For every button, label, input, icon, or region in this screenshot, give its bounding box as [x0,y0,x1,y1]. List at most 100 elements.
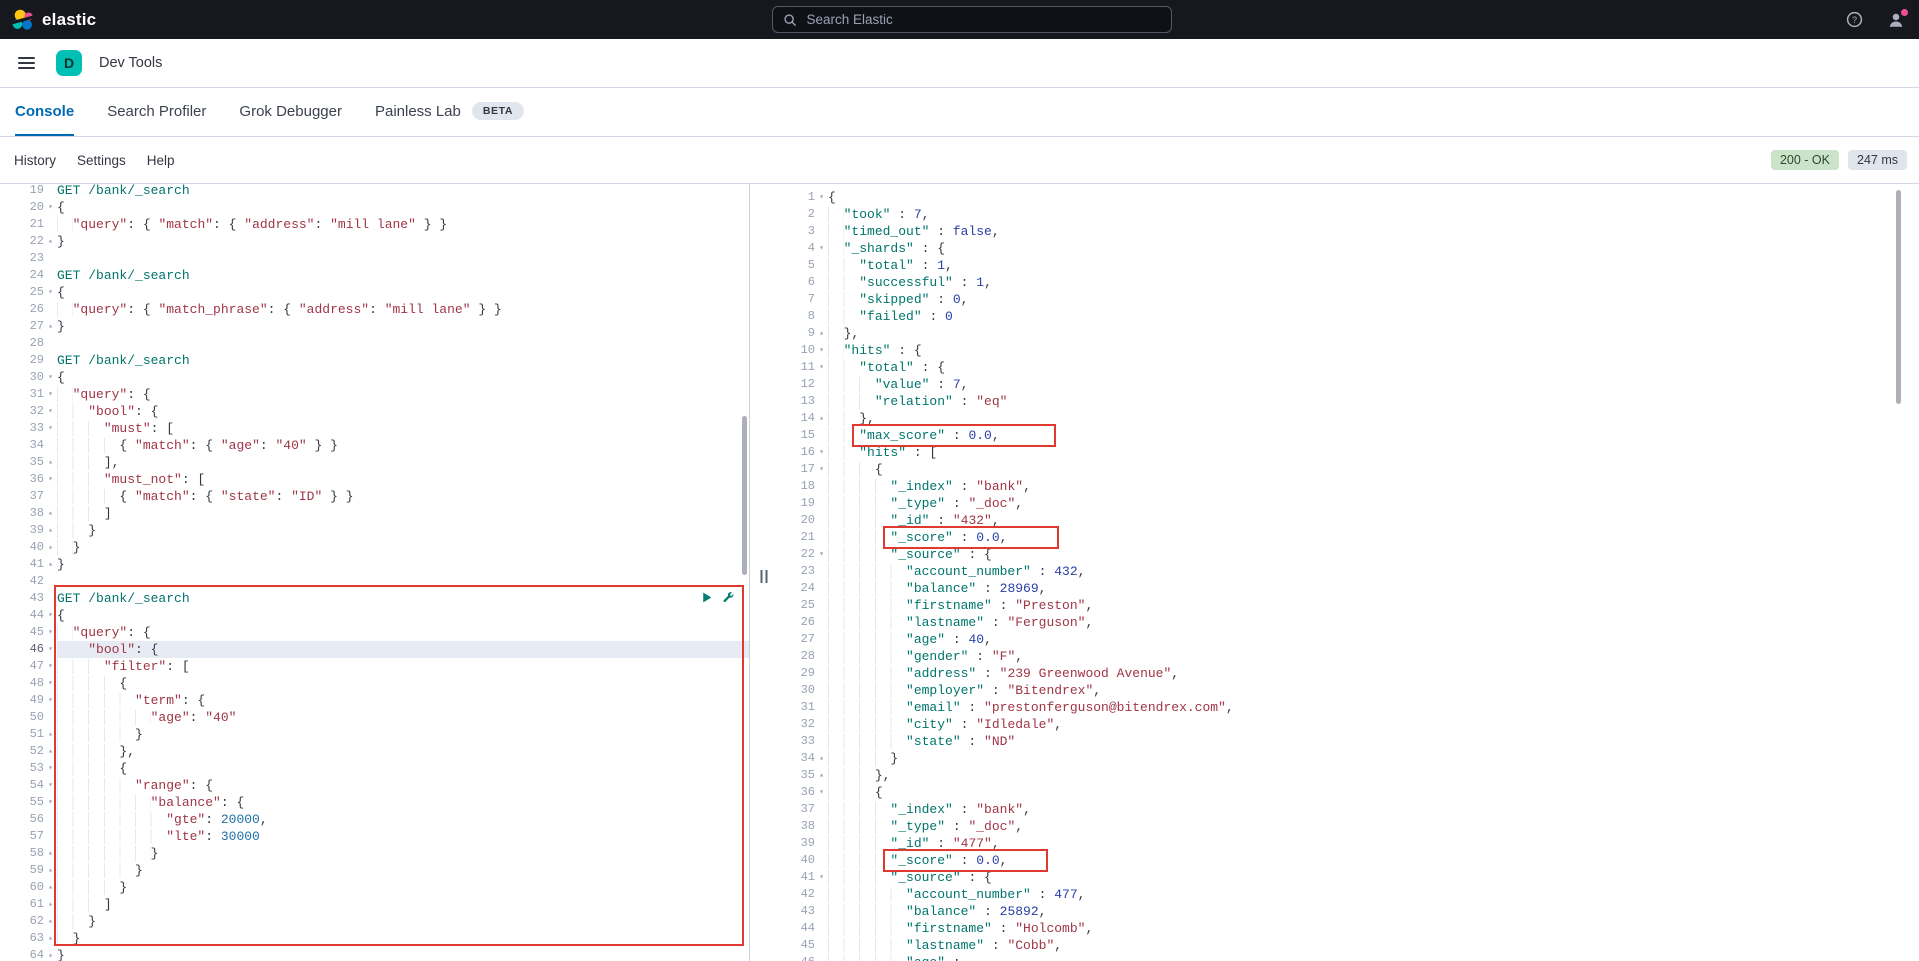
editor-line[interactable]: 39▴ } [0,522,749,539]
fold-toggle-icon[interactable]: ▴ [44,233,57,250]
help-icon[interactable]: ? [1846,11,1863,28]
editor-line[interactable]: 43GET /bank/_search [0,590,749,607]
elastic-logo[interactable]: elastic [0,9,96,31]
editor-line[interactable]: 57 "lte": 30000 [0,828,749,845]
fold-toggle-icon[interactable]: ▴ [815,750,828,767]
fold-toggle-icon[interactable]: ▾ [44,284,57,301]
editor-line[interactable]: 46▾ "bool": { [0,641,749,658]
editor-line[interactable]: 28 [0,335,749,352]
editor-line[interactable]: 36▾ "must_not": [ [0,471,749,488]
fold-toggle-icon[interactable]: ▾ [815,240,828,257]
fold-toggle-icon[interactable]: ▴ [44,879,57,896]
editor-line[interactable]: 32▾ "bool": { [0,403,749,420]
tab-console[interactable]: Console [15,88,74,136]
request-options-button[interactable] [721,590,735,604]
editor-line[interactable]: 19GET /bank/_search [0,184,749,199]
fold-toggle-icon[interactable]: ▴ [44,505,57,522]
editor-line[interactable]: 35▴ ], [0,454,749,471]
fold-toggle-icon[interactable]: ▾ [44,692,57,709]
editor-line[interactable]: 61▴ ] [0,896,749,913]
menu-settings[interactable]: Settings [77,153,126,168]
editor-line[interactable]: 58▴ } [0,845,749,862]
editor-line[interactable]: 56 "gte": 20000, [0,811,749,828]
editor-line[interactable]: 20▾{ [0,199,749,216]
fold-toggle-icon[interactable]: ▴ [44,947,57,961]
space-avatar[interactable]: D [56,50,82,76]
menu-help[interactable]: Help [147,153,175,168]
fold-toggle-icon[interactable]: ▾ [44,420,57,437]
editor-scrollbar-thumb[interactable] [742,416,747,575]
editor-line[interactable]: 45▾ "query": { [0,624,749,641]
editor-line[interactable]: 54▾ "range": { [0,777,749,794]
fold-toggle-icon[interactable]: ▾ [44,658,57,675]
editor-line[interactable]: 49▾ "term": { [0,692,749,709]
editor-line[interactable]: 33▾ "must": [ [0,420,749,437]
tab-painless-lab[interactable]: Painless Lab BETA [375,88,524,136]
fold-toggle-icon[interactable]: ▾ [44,794,57,811]
fold-toggle-icon[interactable]: ▴ [815,410,828,427]
editor-line[interactable]: 37 { "match": { "state": "ID" } } [0,488,749,505]
fold-toggle-icon[interactable]: ▴ [44,845,57,862]
fold-toggle-icon[interactable]: ▾ [44,607,57,624]
global-search[interactable] [772,6,1172,33]
fold-toggle-icon[interactable]: ▴ [44,318,57,335]
response-scrollbar-thumb[interactable] [1896,190,1901,404]
editor-line[interactable]: 50 "age": "40" [0,709,749,726]
editor-line[interactable]: 62▴ } [0,913,749,930]
fold-toggle-icon[interactable]: ▴ [44,913,57,930]
panel-resize-handle[interactable] [750,184,777,961]
editor-line[interactable]: 23 [0,250,749,267]
editor-line[interactable]: 26 "query": { "match_phrase": { "address… [0,301,749,318]
editor-line[interactable]: 40▴ } [0,539,749,556]
hamburger-menu-icon[interactable] [14,53,39,73]
fold-toggle-icon[interactable]: ▴ [815,767,828,784]
fold-toggle-icon[interactable]: ▾ [44,386,57,403]
fold-toggle-icon[interactable]: ▾ [815,784,828,801]
editor-line[interactable]: 60▴ } [0,879,749,896]
notifications-icon[interactable] [1887,11,1905,29]
fold-toggle-icon[interactable]: ▴ [44,539,57,556]
fold-toggle-icon[interactable]: ▾ [815,869,828,886]
editor-line[interactable]: 51▴ } [0,726,749,743]
editor-line[interactable]: 25▾{ [0,284,749,301]
fold-toggle-icon[interactable]: ▴ [815,325,828,342]
send-request-button[interactable] [700,591,713,604]
fold-toggle-icon[interactable]: ▾ [815,461,828,478]
fold-toggle-icon[interactable]: ▾ [44,760,57,777]
editor-line[interactable]: 47▾ "filter": [ [0,658,749,675]
editor-line[interactable]: 53▾ { [0,760,749,777]
fold-toggle-icon[interactable]: ▾ [44,199,57,216]
editor-line[interactable]: 24GET /bank/_search [0,267,749,284]
fold-toggle-icon[interactable]: ▾ [44,403,57,420]
editor-line[interactable]: 63▴ } [0,930,749,947]
fold-toggle-icon[interactable]: ▾ [44,641,57,658]
editor-line[interactable]: 64▴} [0,947,749,961]
fold-toggle-icon[interactable]: ▴ [44,896,57,913]
editor-line[interactable]: 44▾{ [0,607,749,624]
fold-toggle-icon[interactable]: ▾ [815,546,828,563]
search-input[interactable] [805,11,1161,28]
tab-search-profiler[interactable]: Search Profiler [107,88,206,136]
menu-history[interactable]: History [14,153,56,168]
editor-line[interactable]: 21 "query": { "match": { "address": "mil… [0,216,749,233]
fold-toggle-icon[interactable]: ▾ [44,777,57,794]
fold-toggle-icon[interactable]: ▴ [44,930,57,947]
editor-line[interactable]: 30▾{ [0,369,749,386]
fold-toggle-icon[interactable]: ▾ [44,369,57,386]
fold-toggle-icon[interactable]: ▴ [44,522,57,539]
editor-line[interactable]: 52▴ }, [0,743,749,760]
editor-line[interactable]: 59▴ } [0,862,749,879]
editor-line[interactable]: 42 [0,573,749,590]
editor-line[interactable]: 22▴} [0,233,749,250]
fold-toggle-icon[interactable]: ▴ [44,743,57,760]
tab-grok-debugger[interactable]: Grok Debugger [239,88,342,136]
fold-toggle-icon[interactable]: ▾ [815,359,828,376]
fold-toggle-icon[interactable]: ▴ [44,556,57,573]
editor-line[interactable]: 31▾ "query": { [0,386,749,403]
editor-line[interactable]: 38▴ ] [0,505,749,522]
fold-toggle-icon[interactable]: ▴ [44,454,57,471]
fold-toggle-icon[interactable]: ▴ [44,862,57,879]
fold-toggle-icon[interactable]: ▴ [44,726,57,743]
editor-line[interactable]: 27▴} [0,318,749,335]
fold-toggle-icon[interactable]: ▾ [815,189,828,206]
